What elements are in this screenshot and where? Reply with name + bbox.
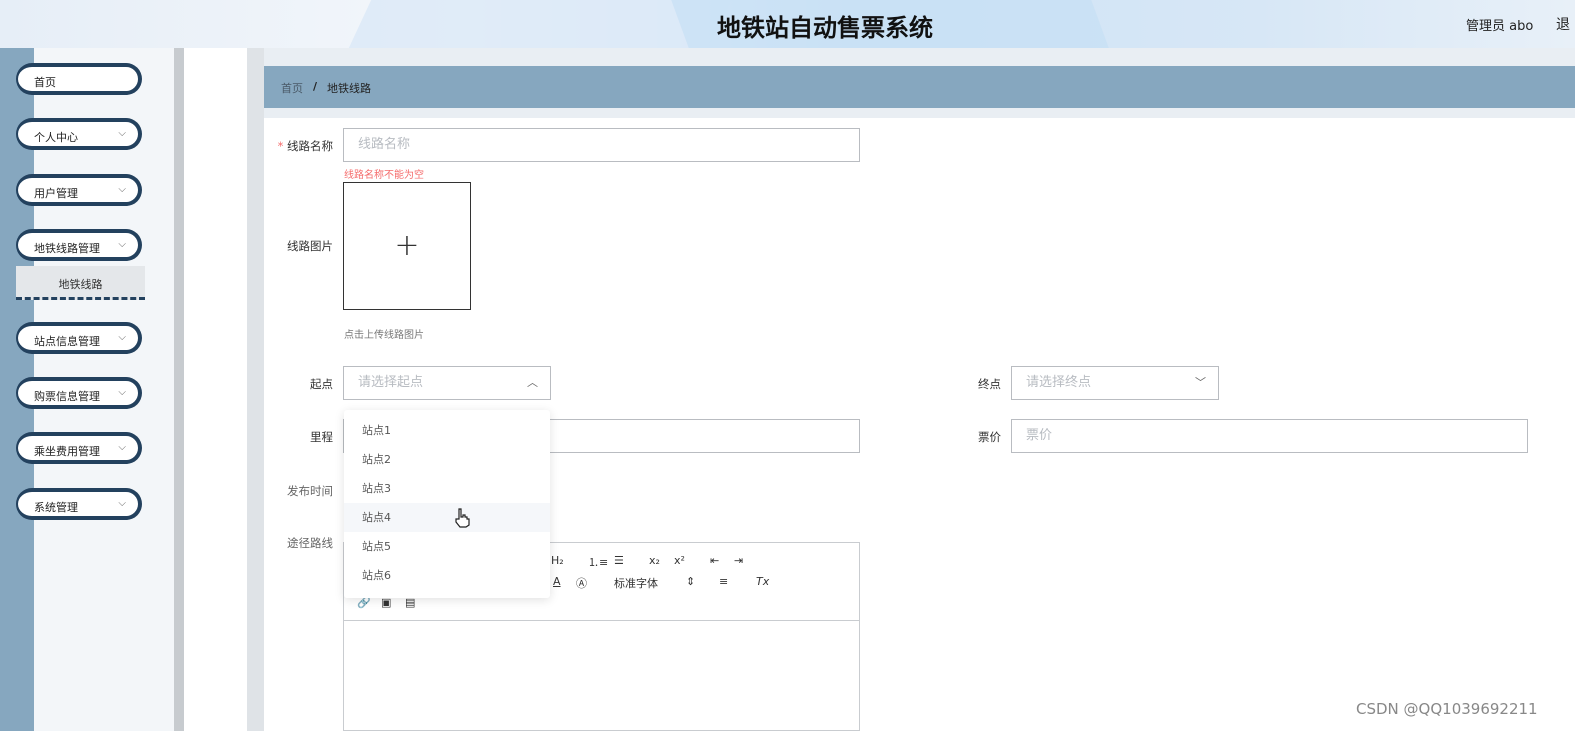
editor-toolbar-divider xyxy=(344,620,859,621)
bullet-list-button[interactable]: ☰ xyxy=(614,554,624,567)
content-gutter xyxy=(184,48,247,731)
start-label: 起点 xyxy=(310,377,333,391)
breadcrumb-separator: / xyxy=(313,80,318,93)
route-name-label: * 线路名称 xyxy=(263,138,333,154)
dropdown-option[interactable]: 站点4 xyxy=(344,503,550,532)
mileage-label: 里程 xyxy=(310,430,333,444)
sidebar-item-label: 购票信息管理 xyxy=(34,390,100,403)
align-button[interactable]: ≡ xyxy=(719,575,728,588)
sidebar-item-user-management[interactable]: 用户管理 ⌵ xyxy=(16,174,142,206)
superscript-button[interactable]: x² xyxy=(674,554,685,567)
breadcrumb: 首页 / 地铁线路 xyxy=(264,66,1575,108)
dropdown-option[interactable]: 站点3 xyxy=(344,474,550,503)
content-gutter xyxy=(247,48,264,731)
end-label: 终点 xyxy=(978,377,1001,391)
chevron-up-icon: ︿ xyxy=(527,376,538,389)
sidebar-item-fare-management[interactable]: 乘坐费用管理 ⌵ xyxy=(16,432,142,464)
sidebar-divider xyxy=(174,48,184,731)
clear-format-button[interactable]: Tx xyxy=(756,575,769,588)
start-select-placeholder: 请选择起点 xyxy=(358,375,424,390)
select-arrows-icon: ⇕ xyxy=(686,575,696,588)
current-user[interactable]: 管理员 abo xyxy=(1466,15,1533,34)
plus-icon: + xyxy=(394,228,420,263)
chevron-down-icon: ⌵ xyxy=(118,332,126,343)
top-header: 地铁站自动售票系统 管理员 abo 退 xyxy=(0,0,1575,48)
sidebar-item-label: 首页 xyxy=(34,76,56,89)
route-path-label: 途径路线 xyxy=(287,536,333,550)
chevron-down-icon: ⌵ xyxy=(118,239,126,250)
start-dropdown-menu: 站点1 站点2 站点3 站点4 站点5 站点6 xyxy=(344,410,550,598)
dropdown-option[interactable]: 站点2 xyxy=(344,445,550,474)
hand-pointer-icon xyxy=(454,508,470,533)
breadcrumb-home[interactable]: 首页 xyxy=(281,80,303,96)
route-name-error: 线路名称不能为空 xyxy=(344,170,424,181)
required-marker: * xyxy=(277,139,284,153)
background-color-button[interactable]: Ⓐ xyxy=(576,575,587,591)
sidebar-item-label: 用户管理 xyxy=(34,187,78,200)
publish-time-label: 发布时间 xyxy=(287,484,333,498)
app-title: 地铁站自动售票系统 xyxy=(717,15,933,42)
sidebar-item-label: 站点信息管理 xyxy=(34,335,100,348)
sidebar-item-label: 个人中心 xyxy=(34,131,78,144)
upload-hint: 点击上传线路图片 xyxy=(344,330,424,341)
sidebar-item-label: 地铁线路管理 xyxy=(34,242,100,255)
dropdown-option[interactable]: 站点6 xyxy=(344,561,550,590)
watermark: CSDN @QQ1039692211 xyxy=(1356,700,1538,718)
sidebar-item-home[interactable]: 首页 xyxy=(16,63,142,95)
breadcrumb-current: 地铁线路 xyxy=(327,82,371,95)
sidebar-item-station-management[interactable]: 站点信息管理 ⌵ xyxy=(16,322,142,354)
dropdown-option[interactable]: 站点1 xyxy=(344,416,550,445)
sidebar-item-metro-line-management[interactable]: 地铁线路管理 ⌵ xyxy=(16,229,142,261)
chevron-down-icon: ⌵ xyxy=(118,387,126,398)
route-name-label-text: 线路名称 xyxy=(287,139,333,153)
ordered-list-button[interactable]: ⒈≡ xyxy=(588,554,608,570)
chevron-down-icon: ⌵ xyxy=(118,128,126,139)
dropdown-option[interactable]: 站点5 xyxy=(344,532,550,561)
end-select-placeholder: 请选择终点 xyxy=(1026,375,1092,390)
chevron-down-icon: ⌵ xyxy=(118,184,126,195)
chevron-down-icon: ⌵ xyxy=(118,442,126,453)
price-label: 票价 xyxy=(978,430,1001,444)
subscript-button[interactable]: x₂ xyxy=(649,554,660,567)
font-color-button[interactable]: A xyxy=(553,575,561,588)
start-select[interactable]: 请选择起点 ︿ xyxy=(343,366,551,400)
sidebar-item-personal-center[interactable]: 个人中心 ⌵ xyxy=(16,118,142,150)
sidebar-subitem-metro-line[interactable]: 地铁线路 xyxy=(16,266,145,300)
sidebar-subitem-label: 地铁线路 xyxy=(58,278,103,291)
heading2-button[interactable]: H₂ xyxy=(551,554,564,567)
image-upload-box[interactable]: + xyxy=(343,182,471,310)
indent-button[interactable]: ⇥ xyxy=(734,554,743,567)
logout-button[interactable]: 退 xyxy=(1556,14,1570,34)
sidebar-item-ticket-management[interactable]: 购票信息管理 ⌵ xyxy=(16,377,142,409)
sidebar-item-label: 乘坐费用管理 xyxy=(34,445,100,458)
outdent-button[interactable]: ⇤ xyxy=(710,554,719,567)
chevron-down-icon: ⌵ xyxy=(118,498,126,509)
sidebar-item-system-management[interactable]: 系统管理 ⌵ xyxy=(16,488,142,520)
route-name-input[interactable]: 线路名称 xyxy=(343,128,860,162)
sidebar-item-label: 系统管理 xyxy=(34,501,78,514)
price-input[interactable]: 票价 xyxy=(1011,419,1528,453)
end-select[interactable]: 请选择终点 ﹀ xyxy=(1011,366,1219,400)
route-image-label: 线路图片 xyxy=(287,239,333,253)
chevron-down-icon: ﹀ xyxy=(1195,376,1206,389)
font-family-select[interactable]: 标准字体 xyxy=(614,575,658,591)
